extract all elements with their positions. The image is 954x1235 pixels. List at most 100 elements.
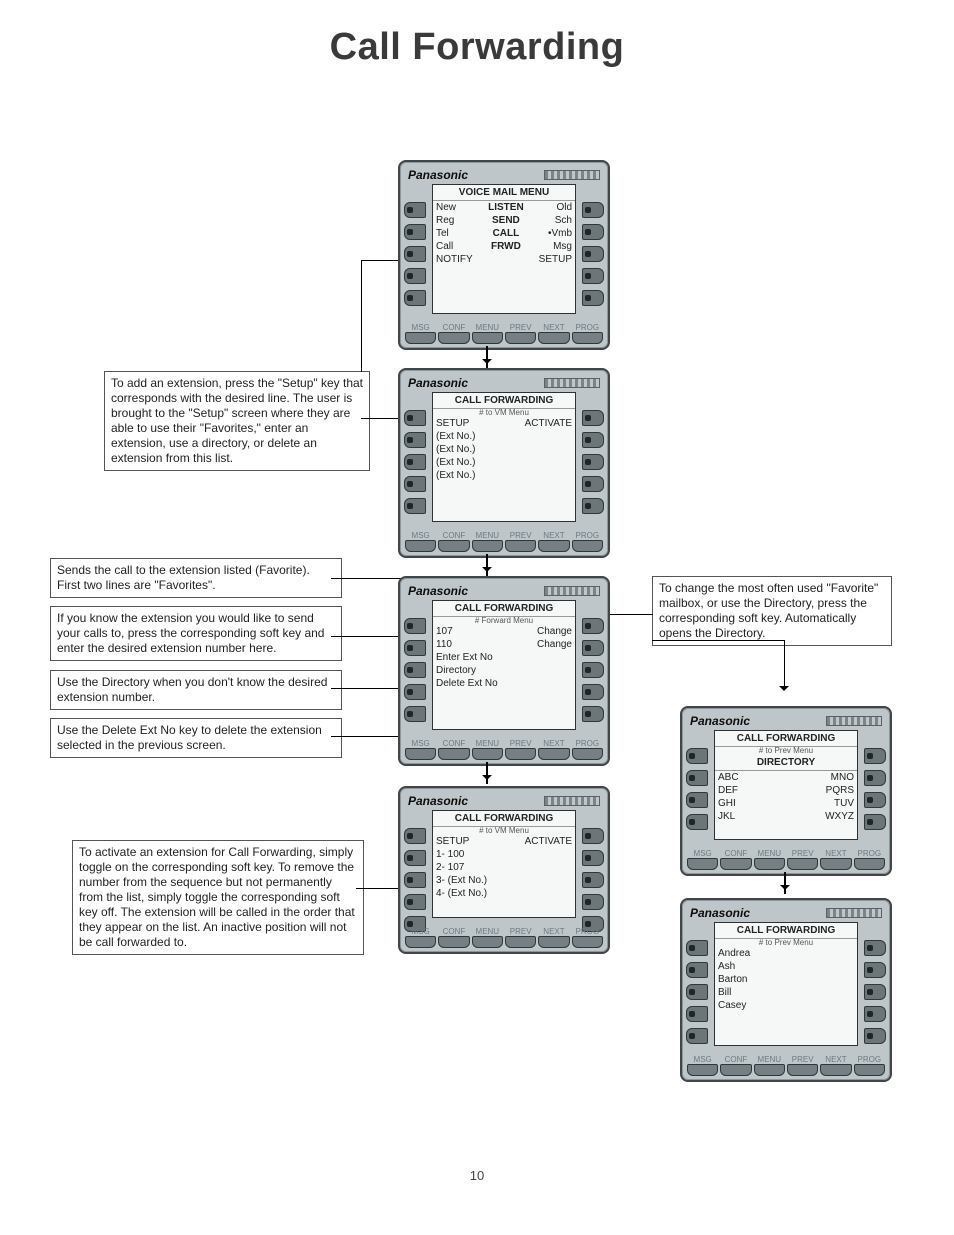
soft-key-left[interactable] bbox=[686, 814, 708, 830]
bottom-key[interactable]: MSG bbox=[688, 1055, 717, 1076]
bottom-key[interactable]: NEXT bbox=[821, 1055, 850, 1076]
bottom-key[interactable]: MSG bbox=[688, 849, 717, 870]
soft-key-left[interactable] bbox=[404, 498, 426, 514]
soft-key-right[interactable] bbox=[582, 432, 604, 448]
bottom-key[interactable]: PREV bbox=[788, 1055, 817, 1076]
soft-key-right[interactable] bbox=[582, 498, 604, 514]
soft-key-left[interactable] bbox=[686, 1028, 708, 1044]
soft-key-right[interactable] bbox=[582, 410, 604, 426]
soft-key-left[interactable] bbox=[404, 850, 426, 866]
soft-key-left[interactable] bbox=[404, 872, 426, 888]
soft-key-right[interactable] bbox=[582, 618, 604, 634]
soft-key-left[interactable] bbox=[404, 268, 426, 284]
soft-key-left[interactable] bbox=[404, 828, 426, 844]
soft-key-left[interactable] bbox=[404, 684, 426, 700]
bottom-key[interactable]: NEXT bbox=[539, 927, 568, 948]
soft-key-left[interactable] bbox=[404, 224, 426, 240]
soft-key-left[interactable] bbox=[404, 454, 426, 470]
soft-key-right[interactable] bbox=[864, 770, 886, 786]
soft-key-left[interactable] bbox=[404, 894, 426, 910]
soft-key-right[interactable] bbox=[864, 1028, 886, 1044]
soft-key-right[interactable] bbox=[864, 962, 886, 978]
soft-key-right[interactable] bbox=[864, 1006, 886, 1022]
soft-key-right[interactable] bbox=[582, 662, 604, 678]
soft-key-left[interactable] bbox=[404, 618, 426, 634]
bottom-key[interactable]: MENU bbox=[473, 739, 502, 760]
speaker-grille bbox=[826, 716, 882, 726]
soft-key-left[interactable] bbox=[404, 640, 426, 656]
soft-key-right[interactable] bbox=[582, 268, 604, 284]
soft-key-right[interactable] bbox=[582, 202, 604, 218]
bottom-key[interactable]: PROG bbox=[855, 1055, 884, 1076]
soft-key-right[interactable] bbox=[582, 828, 604, 844]
bottom-key[interactable]: NEXT bbox=[539, 739, 568, 760]
soft-key-left[interactable] bbox=[686, 962, 708, 978]
bottom-key[interactable]: CONF bbox=[721, 1055, 750, 1076]
connector bbox=[652, 640, 785, 641]
bottom-key[interactable]: MENU bbox=[755, 1055, 784, 1076]
soft-key-left[interactable] bbox=[686, 770, 708, 786]
soft-key-left[interactable] bbox=[686, 940, 708, 956]
soft-key-right[interactable] bbox=[582, 640, 604, 656]
bottom-key[interactable]: CONF bbox=[439, 323, 468, 344]
bottom-key[interactable]: PROG bbox=[573, 323, 602, 344]
arrow-head bbox=[779, 686, 789, 696]
soft-key-left[interactable] bbox=[686, 748, 708, 764]
soft-key-right[interactable] bbox=[864, 940, 886, 956]
soft-key-left[interactable] bbox=[404, 246, 426, 262]
bottom-key[interactable]: PROG bbox=[573, 739, 602, 760]
bottom-key[interactable]: MSG bbox=[406, 739, 435, 760]
bottom-key[interactable]: PREV bbox=[506, 323, 535, 344]
bottom-key[interactable]: MENU bbox=[473, 927, 502, 948]
bottom-key[interactable]: CONF bbox=[439, 927, 468, 948]
soft-key-left[interactable] bbox=[404, 290, 426, 306]
soft-key-right[interactable] bbox=[582, 872, 604, 888]
soft-key-right[interactable] bbox=[582, 246, 604, 262]
soft-key-right[interactable] bbox=[864, 814, 886, 830]
soft-key-right[interactable] bbox=[582, 684, 604, 700]
soft-key-left[interactable] bbox=[686, 984, 708, 1000]
soft-key-right[interactable] bbox=[864, 984, 886, 1000]
soft-key-right[interactable] bbox=[582, 850, 604, 866]
soft-key-right[interactable] bbox=[582, 894, 604, 910]
soft-key-left[interactable] bbox=[686, 792, 708, 808]
bottom-key[interactable]: PREV bbox=[506, 739, 535, 760]
bottom-key[interactable]: MSG bbox=[406, 927, 435, 948]
bottom-key[interactable]: CONF bbox=[721, 849, 750, 870]
soft-key-left[interactable] bbox=[404, 662, 426, 678]
soft-key-right[interactable] bbox=[864, 792, 886, 808]
flow-arrow bbox=[486, 554, 488, 576]
bottom-key[interactable]: NEXT bbox=[821, 849, 850, 870]
soft-key-left[interactable] bbox=[404, 476, 426, 492]
bottom-key[interactable]: PREV bbox=[506, 531, 535, 552]
soft-key-right[interactable] bbox=[582, 290, 604, 306]
bottom-key[interactable]: MENU bbox=[473, 531, 502, 552]
bottom-key[interactable]: MSG bbox=[406, 323, 435, 344]
soft-key-left[interactable] bbox=[404, 432, 426, 448]
soft-key-left[interactable] bbox=[404, 410, 426, 426]
brand-label: Panasonic bbox=[408, 584, 468, 598]
soft-key-left[interactable] bbox=[404, 706, 426, 722]
bottom-key[interactable]: NEXT bbox=[539, 531, 568, 552]
bottom-key[interactable]: MSG bbox=[406, 531, 435, 552]
soft-key-right[interactable] bbox=[582, 454, 604, 470]
bottom-key[interactable]: NEXT bbox=[539, 323, 568, 344]
bottom-key[interactable]: MENU bbox=[473, 323, 502, 344]
soft-key-right[interactable] bbox=[582, 224, 604, 240]
bottom-key[interactable]: PROG bbox=[855, 849, 884, 870]
soft-key-left[interactable] bbox=[404, 202, 426, 218]
soft-key-right[interactable] bbox=[582, 706, 604, 722]
flow-arrow bbox=[486, 762, 488, 784]
soft-key-right[interactable] bbox=[864, 748, 886, 764]
soft-key-right[interactable] bbox=[582, 476, 604, 492]
bottom-key[interactable]: CONF bbox=[439, 739, 468, 760]
phone-screen: CALL FORWARDING# Forward Menu107Change11… bbox=[432, 600, 576, 730]
bottom-key[interactable]: PROG bbox=[573, 531, 602, 552]
bottom-key[interactable]: MENU bbox=[755, 849, 784, 870]
bottom-key[interactable]: CONF bbox=[439, 531, 468, 552]
soft-key-left[interactable] bbox=[686, 1006, 708, 1022]
bottom-key[interactable]: PREV bbox=[788, 849, 817, 870]
bottom-key[interactable]: PROG bbox=[573, 927, 602, 948]
phone-screen: CALL FORWARDING# to VM MenuSETUPACTIVATE… bbox=[432, 392, 576, 522]
bottom-key[interactable]: PREV bbox=[506, 927, 535, 948]
